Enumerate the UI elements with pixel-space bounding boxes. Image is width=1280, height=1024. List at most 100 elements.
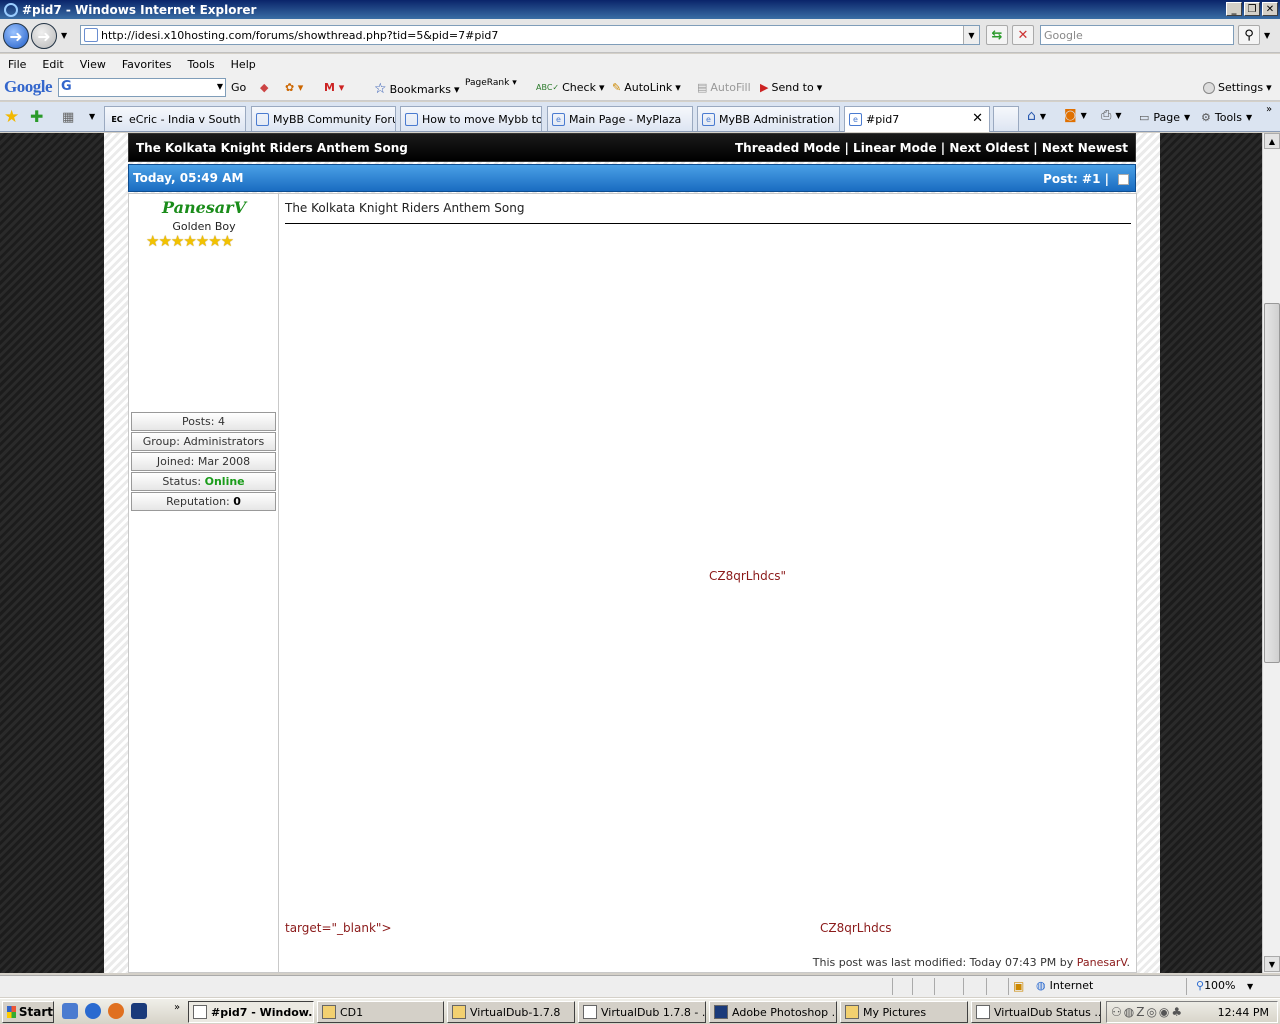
address-bar[interactable]: http://idesi.x10hosting.com/forums/showt…	[80, 25, 980, 45]
post-body-text-3: CZ8qrLhdcs	[820, 921, 892, 935]
menu-favorites[interactable]: Favorites	[122, 58, 172, 71]
spellcheck-button[interactable]: ABC✓ Check ▾	[536, 81, 604, 94]
search-options-icon[interactable]: ▼	[1264, 31, 1270, 40]
post-author-panel: PanesarV Golden Boy ★★★★★★★ Posts: 4 Gro…	[128, 193, 279, 973]
next-oldest-link[interactable]: Next Oldest	[949, 141, 1029, 155]
add-favorites-icon[interactable]: ✚	[30, 107, 43, 126]
task-virtualdub-folder[interactable]: VirtualDub-1.7.8	[447, 1001, 575, 1023]
quicklaunch-photoshop-icon[interactable]	[131, 1003, 147, 1019]
virtualdub-icon	[583, 1005, 597, 1019]
menu-bar: File Edit View Favorites Tools Help	[0, 54, 1280, 74]
menu-edit[interactable]: Edit	[42, 58, 63, 71]
google-dropdown-icon[interactable]: ▼	[217, 82, 223, 91]
ie-task-icon	[193, 1005, 207, 1019]
vertical-scrollbar[interactable]: ▲ ▼	[1262, 133, 1280, 973]
search-icon[interactable]: ⚲	[1238, 25, 1260, 45]
post-content: The Kolkata Knight Riders Anthem Song CZ…	[279, 193, 1137, 973]
tab-pid7[interactable]: e #pid7 ✕	[844, 106, 990, 132]
tab-mybb-community[interactable]: MyBB Community Foru...	[251, 106, 396, 131]
tray-icons[interactable]: ⚇◍Z◎◉♣	[1111, 1005, 1184, 1019]
stop-button[interactable]: ✕	[1012, 25, 1034, 45]
forward-button[interactable]: ➜	[31, 23, 57, 49]
quick-tabs-icon[interactable]: ▦	[62, 110, 74, 125]
task-my-pictures[interactable]: My Pictures	[840, 1001, 968, 1023]
task-virtualdub-status[interactable]: VirtualDub Status ...	[971, 1001, 1101, 1023]
tab-myplaza[interactable]: e Main Page - MyPlaza	[547, 106, 693, 131]
post-select-checkbox[interactable]	[1118, 174, 1129, 185]
quicklaunch-firefox-icon[interactable]	[108, 1003, 124, 1019]
post-body-text-2: target="_blank">	[285, 921, 392, 935]
task-cd1[interactable]: CD1	[317, 1001, 444, 1023]
threaded-mode-link[interactable]: Threaded Mode	[735, 141, 840, 155]
menu-file[interactable]: File	[8, 58, 26, 71]
menu-help[interactable]: Help	[231, 58, 256, 71]
bookmarks-button[interactable]: ☆ Bookmarks ▾	[374, 81, 460, 97]
close-tab-icon[interactable]: ✕	[972, 111, 983, 126]
settings-button[interactable]: Settings ▾	[1203, 81, 1272, 94]
forum-page: The Kolkata Knight Riders Anthem Song Th…	[104, 133, 1160, 973]
scroll-thumb[interactable]	[1264, 303, 1280, 663]
sendto-button[interactable]: ▶ Send to ▾	[760, 81, 822, 94]
task-virtualdub[interactable]: VirtualDub 1.7.8 - ...	[578, 1001, 706, 1023]
task-photoshop[interactable]: Adobe Photoshop ...	[709, 1001, 837, 1023]
task-ie[interactable]: #pid7 - Window...	[188, 1001, 314, 1023]
quicklaunch-more-icon[interactable]: »	[174, 1002, 180, 1013]
page-icon	[84, 28, 98, 42]
refresh-button[interactable]: ⇆	[986, 25, 1008, 45]
page-menu-button[interactable]: ▭ Page ▼	[1139, 111, 1190, 124]
toolbar-icon-2[interactable]: ✿ ▾	[285, 81, 303, 94]
author-posts: Posts: 4	[131, 412, 276, 431]
autofill-button[interactable]: ▤ AutoFill	[697, 81, 751, 94]
post-subject: The Kolkata Knight Riders Anthem Song	[285, 201, 525, 215]
scroll-down-icon[interactable]: ▼	[1264, 956, 1280, 972]
tab-ecric[interactable]: EC eCric - India v South ...	[104, 106, 246, 131]
menu-tools[interactable]: Tools	[188, 58, 215, 71]
tab-mybb-admin[interactable]: e MyBB Administration	[697, 106, 840, 131]
minimize-button[interactable]: _	[1226, 2, 1242, 16]
tab-list-icon[interactable]: ▼	[89, 112, 95, 121]
author-name-link[interactable]: PanesarV	[129, 198, 279, 217]
zoom-icon: ⚲	[1196, 979, 1205, 992]
post-number-link[interactable]: Post: #1 |	[1043, 172, 1109, 186]
google-go-button[interactable]: Go	[231, 81, 246, 94]
tools-menu-button[interactable]: ⚙ Tools ▼	[1201, 111, 1252, 124]
google-search-input[interactable]: G ▼	[58, 78, 226, 97]
back-button[interactable]: ➜	[3, 23, 29, 49]
window-title: #pid7 - Windows Internet Explorer	[22, 2, 257, 17]
close-window-button[interactable]: ✕	[1262, 2, 1278, 16]
google-logo[interactable]: Google	[4, 77, 53, 97]
search-input[interactable]: Google	[1040, 25, 1234, 45]
page-viewport: The Kolkata Knight Riders Anthem Song Th…	[0, 133, 1262, 973]
scroll-up-icon[interactable]: ▲	[1264, 133, 1280, 149]
modified-user-link[interactable]: PanesarV	[1077, 956, 1127, 969]
tab-move-mybb[interactable]: How to move Mybb to...	[400, 106, 542, 131]
next-newest-link[interactable]: Next Newest	[1042, 141, 1128, 155]
gmail-icon[interactable]: M ▾	[324, 81, 344, 94]
start-button[interactable]: Start	[2, 1001, 54, 1023]
photoshop-icon	[714, 1005, 728, 1019]
menu-view[interactable]: View	[80, 58, 106, 71]
page-icon: ▭	[1139, 111, 1150, 124]
address-dropdown-icon[interactable]: ▼	[963, 26, 979, 44]
address-url[interactable]: http://idesi.x10hosting.com/forums/showt…	[101, 29, 498, 42]
folder-icon	[322, 1005, 336, 1019]
linear-mode-link[interactable]: Linear Mode	[853, 141, 937, 155]
feeds-icon[interactable]: ◙ ▼	[1064, 108, 1087, 123]
history-dropdown-icon[interactable]: ▼	[61, 31, 67, 40]
home-icon[interactable]: ⌂ ▼	[1027, 108, 1046, 124]
restore-button[interactable]: ❐	[1244, 2, 1260, 16]
toolbar-icon-1[interactable]: ◆	[260, 81, 268, 94]
autolink-button[interactable]: ✎ AutoLink ▾	[612, 81, 681, 94]
favorites-star-icon[interactable]: ★	[4, 107, 19, 127]
print-icon[interactable]: ⎙ ▼	[1101, 108, 1122, 123]
quicklaunch-icon-1[interactable]	[62, 1003, 78, 1019]
pagerank-indicator: PageRank ▾	[465, 78, 517, 88]
chevron-more-icon[interactable]: »	[1266, 104, 1272, 115]
globe-icon: ◍	[1036, 979, 1046, 992]
zoom-level[interactable]: ⚲100% ▼	[1196, 979, 1253, 992]
quicklaunch-ie-icon[interactable]	[85, 1003, 101, 1019]
autofill-icon: ▤	[697, 81, 708, 94]
author-stars: ★★★★★★★	[146, 232, 234, 250]
protected-mode-icon: ▣	[1013, 979, 1025, 993]
new-tab-button[interactable]	[993, 106, 1019, 131]
